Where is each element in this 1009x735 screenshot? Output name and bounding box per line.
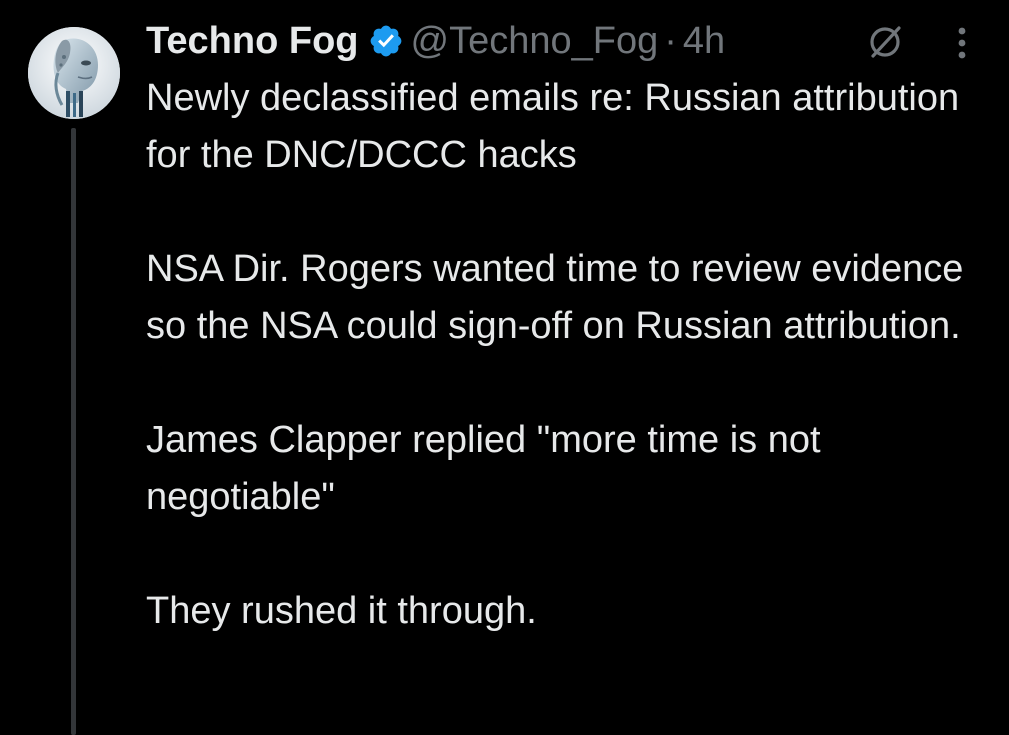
verified-badge-icon[interactable] — [368, 23, 404, 59]
robot-face-avatar-icon — [28, 27, 120, 119]
tweet-paragraph: They rushed it through. — [146, 590, 537, 632]
avatar[interactable] — [28, 27, 120, 119]
user-handle[interactable]: @Techno_Fog — [411, 18, 659, 64]
grok-icon[interactable] — [866, 24, 906, 60]
display-name[interactable]: Techno Fog — [146, 18, 359, 64]
more-options-icon[interactable] — [950, 22, 974, 64]
tweet-paragraph: Newly declassified emails re: Russian at… — [146, 77, 960, 176]
tweet-paragraph: NSA Dir. Rogers wanted time to review ev… — [146, 248, 964, 347]
tweet-text: Newly declassified emails re: Russian at… — [146, 70, 966, 640]
timestamp[interactable]: 4h — [683, 18, 725, 64]
thread-line — [71, 128, 76, 735]
tweet[interactable]: Techno Fog @Techno_Fog · 4h Newly declas… — [0, 0, 1009, 735]
tweet-paragraph: James Clapper replied "more time is not … — [146, 419, 821, 518]
separator-dot: · — [664, 20, 677, 62]
tweet-header: Techno Fog @Techno_Fog · 4h — [146, 18, 725, 64]
